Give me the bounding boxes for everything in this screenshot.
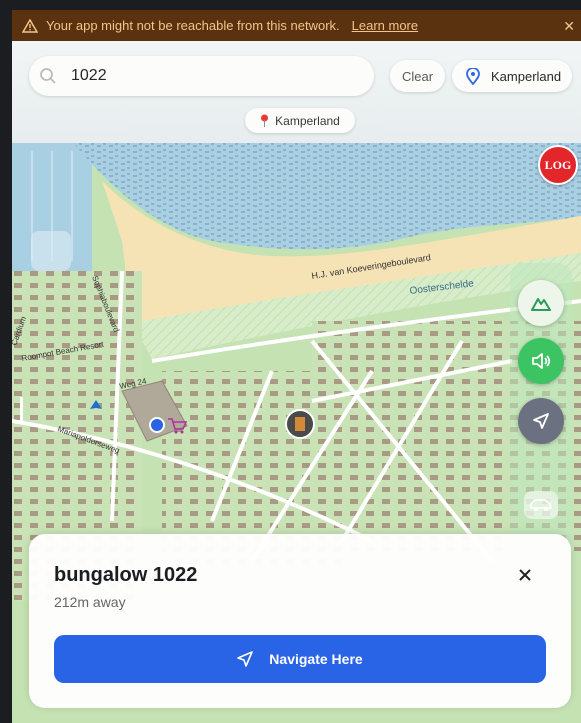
- side-drag-handle[interactable]: [20, 397, 23, 423]
- navigate-label: Navigate Here: [269, 651, 363, 667]
- destination-sheet: bungalow 1022 212m away Navigate Here: [29, 534, 571, 708]
- speaker-icon: [532, 353, 551, 369]
- search-header: Clear Kamperland Kamperland: [12, 41, 581, 143]
- map-app: H.J. van Koeveringeboulevard Oosterschel…: [12, 41, 581, 723]
- close-sheet-button[interactable]: [514, 564, 536, 586]
- close-icon[interactable]: ✕: [563, 18, 575, 35]
- location-selector-button[interactable]: Kamperland: [452, 60, 572, 92]
- navigation-arrow-icon: [533, 413, 549, 429]
- navigation-button[interactable]: [518, 398, 564, 444]
- current-location-dot: [149, 417, 165, 433]
- mountain-icon: [531, 298, 551, 311]
- destination-title: bungalow 1022: [54, 564, 198, 586]
- sound-button[interactable]: [518, 338, 564, 384]
- network-warning-banner: Your app might not be reachable from thi…: [12, 10, 581, 41]
- location-pin-icon: [466, 67, 480, 85]
- navigate-here-button[interactable]: Navigate Here: [54, 635, 546, 683]
- map-side-widget: [31, 231, 71, 271]
- search-input[interactable]: [69, 66, 353, 86]
- car-icon: [530, 499, 553, 511]
- destination-marker-icon[interactable]: [285, 409, 315, 439]
- red-pin-icon: [261, 114, 269, 127]
- search-bar[interactable]: [29, 56, 374, 96]
- terrain-button[interactable]: [518, 280, 564, 326]
- transport-mode-button[interactable]: [524, 491, 558, 519]
- chip-label: Kamperland: [275, 113, 340, 128]
- log-button[interactable]: LOG: [538, 145, 578, 185]
- destination-distance: 212m away: [54, 594, 126, 610]
- close-icon: [519, 569, 531, 581]
- banner-message: Your app might not be reachable from thi…: [46, 18, 340, 33]
- navigation-arrow-icon: [237, 651, 254, 667]
- location-label: Kamperland: [491, 68, 562, 84]
- search-icon: [40, 68, 56, 84]
- clear-button[interactable]: Clear: [390, 60, 445, 92]
- warning-triangle-icon: [22, 18, 38, 33]
- learn-more-link[interactable]: Learn more: [352, 18, 418, 33]
- location-chip[interactable]: Kamperland: [245, 108, 355, 133]
